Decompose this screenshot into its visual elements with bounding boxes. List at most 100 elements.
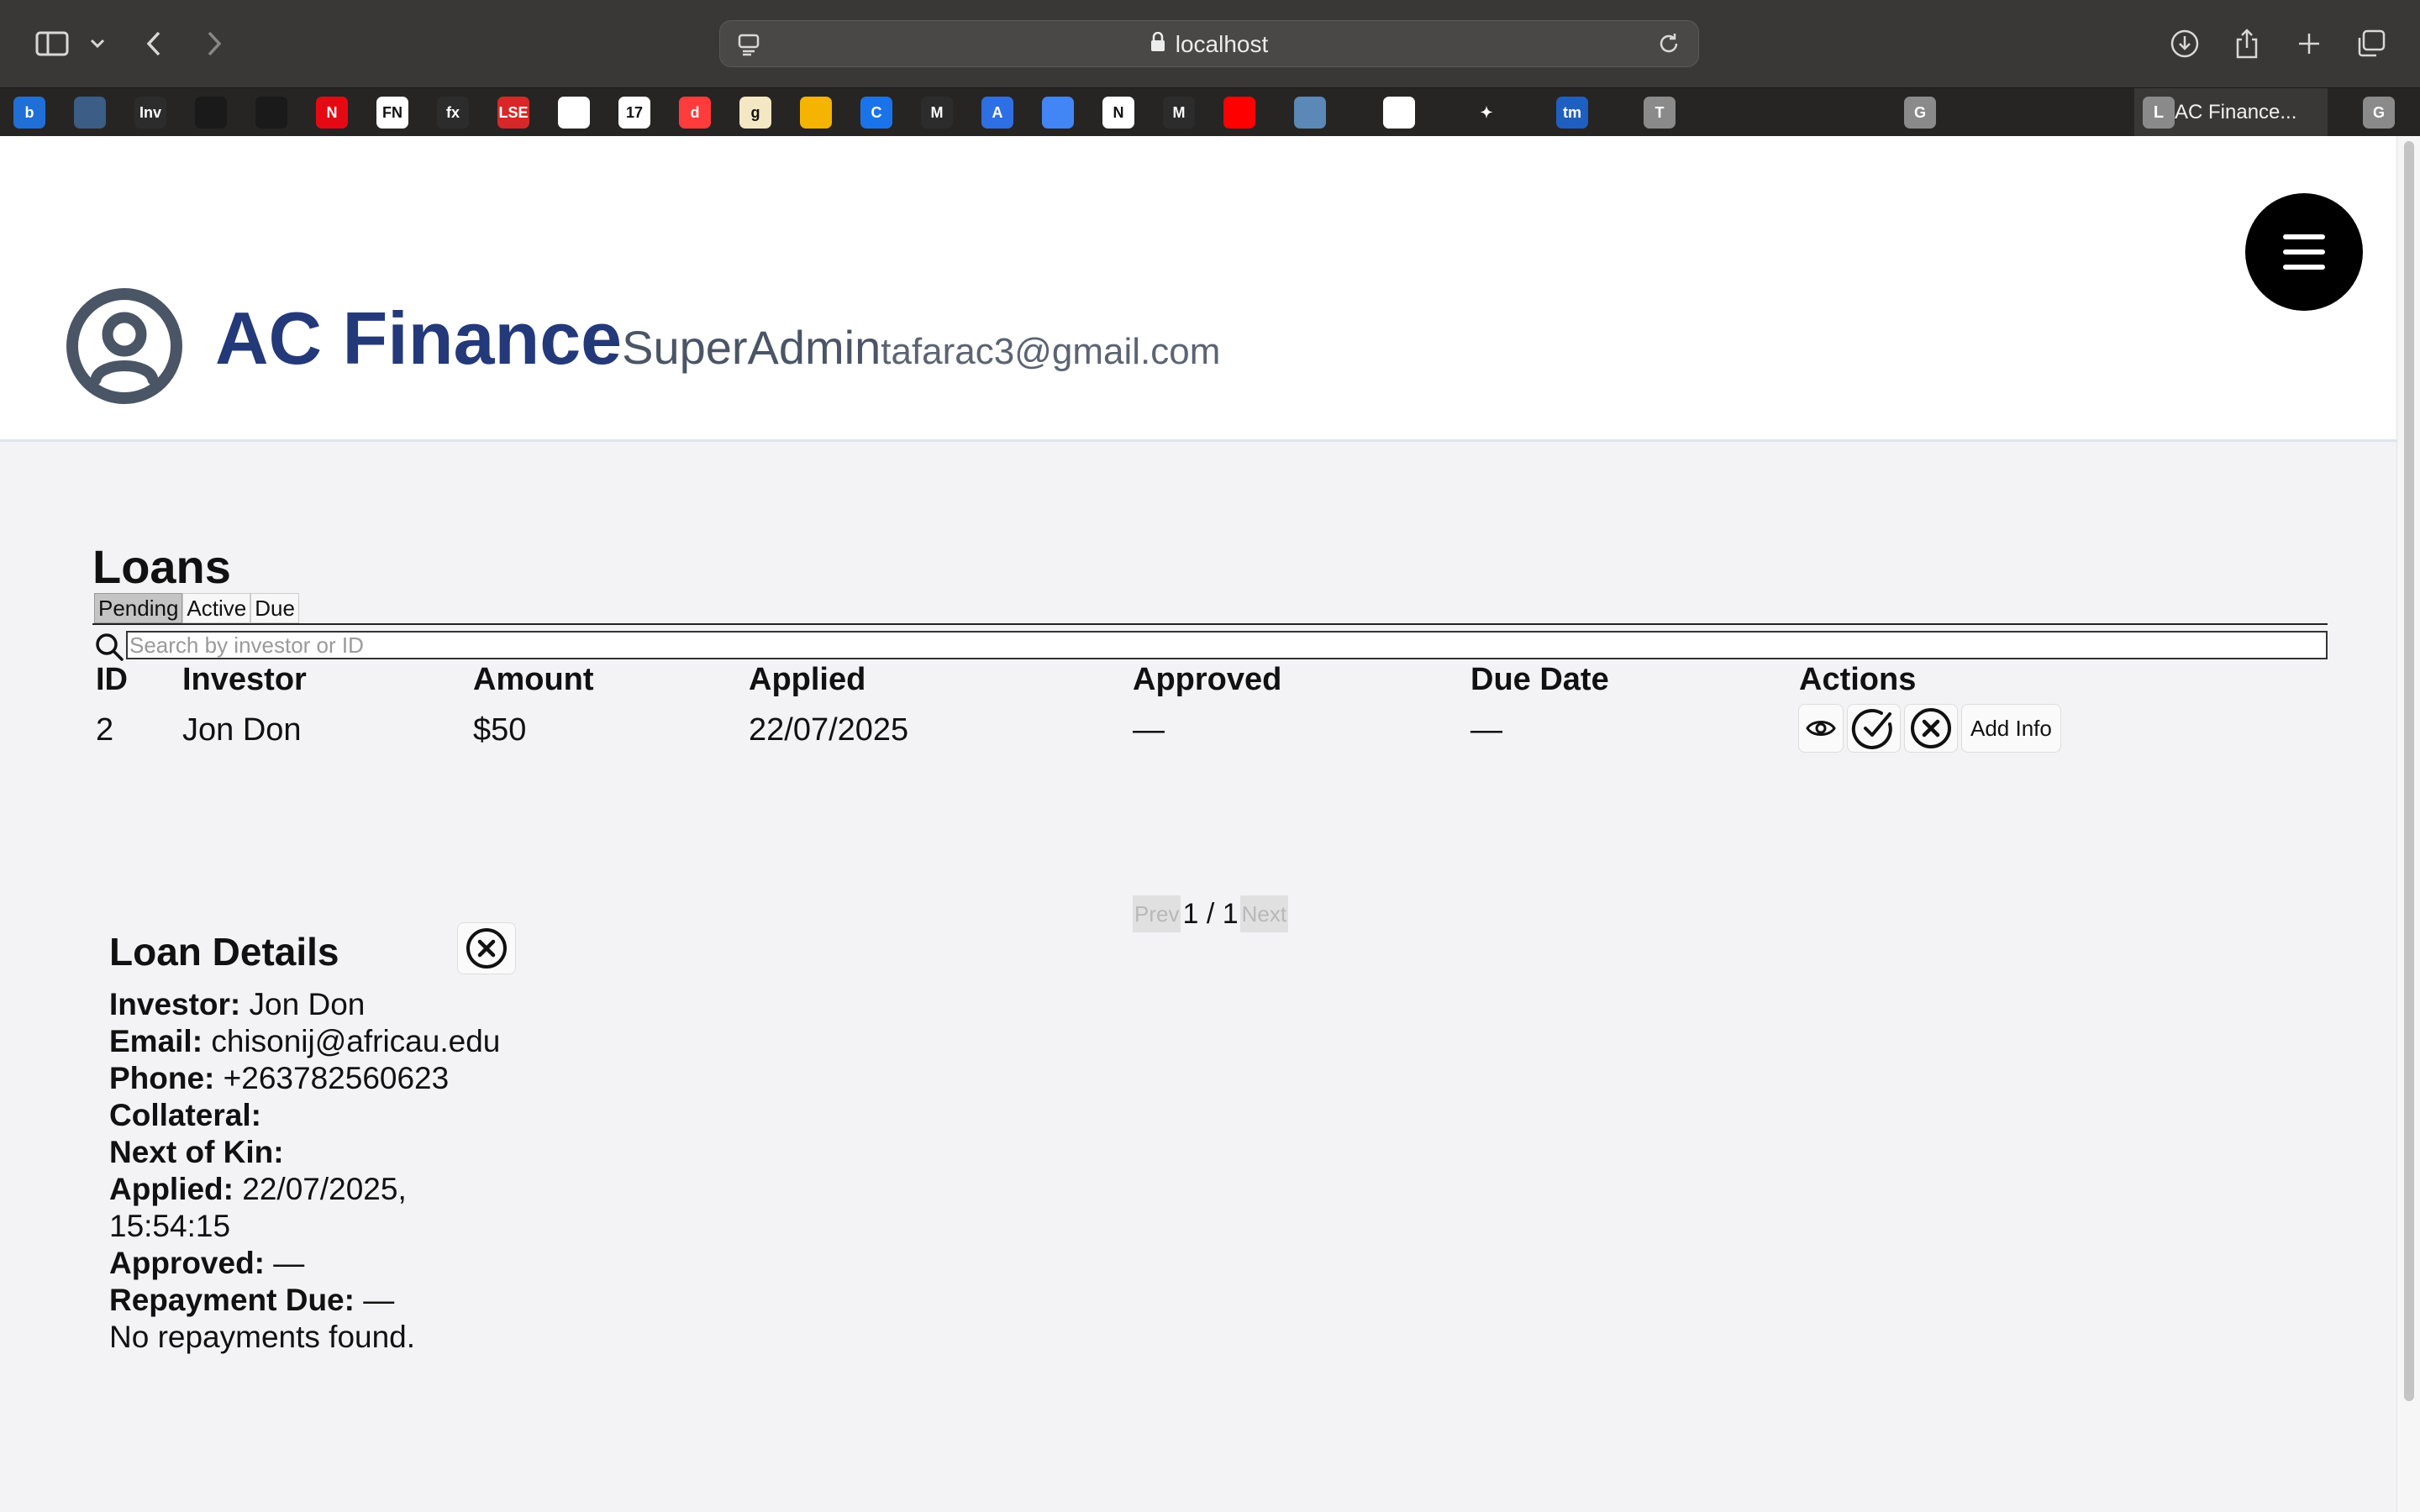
detail-applied: Applied: 22/07/2025, — [109, 1172, 407, 1206]
page-scrollbar[interactable] — [2396, 136, 2420, 1512]
search-input[interactable] — [126, 631, 2328, 659]
loan-status-tabs: Pending Active Due — [94, 593, 299, 623]
fx-favicon[interactable]: fx — [437, 97, 469, 129]
back-icon[interactable] — [139, 22, 168, 66]
pagination: Prev 1 / 1 Next — [1133, 895, 1289, 932]
detail-approved: Approved: — — [109, 1246, 305, 1280]
tailwind-favicon[interactable] — [2074, 97, 2106, 129]
cell-approved: — — [1133, 712, 1165, 748]
reload-icon[interactable] — [1656, 31, 1681, 60]
tm-favicon[interactable]: tm — [1556, 97, 1588, 129]
frog2-favicon[interactable] — [1817, 97, 1849, 129]
detail-email: Email: chisonij@africau.edu — [109, 1024, 501, 1058]
d-favicon[interactable]: d — [679, 97, 711, 129]
lse-favicon[interactable]: LSE — [497, 97, 529, 129]
a-favicon[interactable]: A — [981, 97, 1013, 129]
compass-favicon[interactable] — [1990, 97, 2022, 129]
cell-id: 2 — [96, 712, 114, 748]
detail-applied-time: 15:54:15 — [109, 1209, 231, 1243]
new-tab-icon[interactable] — [2292, 22, 2326, 66]
eye-icon — [1806, 721, 1836, 736]
divider — [92, 623, 2328, 625]
youtube-favicon[interactable] — [1223, 97, 1255, 129]
check-circle-icon — [1851, 708, 1892, 749]
g-grey-favicon[interactable]: G — [1904, 97, 1936, 129]
approve-button[interactable] — [1847, 704, 1901, 753]
detail-collateral: Collateral: — [109, 1098, 261, 1132]
globe-favicon[interactable] — [74, 97, 106, 129]
favorites-bar: L AC Finance... G b Inv N FN fx LSE 17 d g C M A N M ✦… — [0, 87, 2420, 137]
close-details-button[interactable] — [457, 922, 516, 974]
column-header-due-date: Due Date — [1470, 662, 1609, 697]
brand-block: AC Finance SuperAdmin tafarac3@gmail.com — [215, 296, 1220, 381]
tab-active[interactable]: Active — [182, 593, 251, 623]
app-page: AC Finance SuperAdmin tafarac3@gmail.com… — [0, 136, 2396, 1512]
sparkle-favicon[interactable]: ✦ — [1470, 97, 1502, 129]
browser-titlebar: localhost — [0, 0, 2420, 87]
address-text: localhost — [720, 21, 1698, 68]
downloads-icon[interactable] — [2166, 22, 2203, 66]
tab-favicon: L — [2143, 97, 2175, 129]
inv-favicon[interactable]: Inv — [134, 97, 166, 129]
cell-amount: $50 — [473, 712, 527, 748]
tab-pending[interactable]: Pending — [94, 593, 183, 623]
fn-favicon[interactable]: FN — [376, 97, 408, 129]
m-favicon[interactable]: M — [1163, 97, 1195, 129]
row-actions: Add Info — [1798, 704, 2061, 753]
column-header-amount: Amount — [473, 662, 594, 697]
openai-favicon[interactable] — [1383, 97, 1415, 129]
gmail-favicon[interactable]: M — [921, 97, 953, 129]
next-tab-favicon[interactable]: G — [2363, 97, 2395, 129]
column-header-actions: Actions — [1799, 662, 1917, 697]
close-icon — [466, 928, 507, 969]
cell-due-date: — — [1470, 712, 1502, 748]
no-repayments-message: No repayments found. — [109, 1320, 416, 1354]
share-icon[interactable] — [2230, 22, 2264, 66]
netflix-favicon[interactable]: N — [316, 97, 348, 129]
column-header-applied: Applied — [749, 662, 866, 697]
cell-investor: Jon Don — [182, 712, 302, 748]
tv-favicon[interactable]: 17 — [618, 97, 650, 129]
column-header-investor: Investor — [182, 662, 307, 697]
frog-favicon[interactable] — [1731, 97, 1763, 129]
tab-ac-finance[interactable]: L AC Finance... — [2134, 88, 2328, 137]
prev-page-button[interactable]: Prev — [1133, 895, 1181, 932]
address-bar[interactable]: localhost — [719, 20, 1699, 67]
diamond-favicon[interactable] — [255, 97, 287, 129]
bird-favicon[interactable] — [558, 97, 590, 129]
slides-favicon[interactable] — [800, 97, 832, 129]
app-header: AC Finance SuperAdmin tafarac3@gmail.com — [0, 136, 2396, 442]
reject-button[interactable] — [1904, 704, 1958, 753]
details-title: Loan Details — [109, 930, 339, 974]
robot-favicon[interactable] — [195, 97, 227, 129]
detail-next-of-kin: Next of Kin: — [109, 1135, 284, 1169]
user-avatar-icon — [66, 287, 183, 405]
detail-investor: Investor: Jon Don — [109, 987, 366, 1021]
notion-favicon[interactable]: N — [1102, 97, 1134, 129]
close-circle-icon — [1911, 708, 1951, 748]
page-indicator: 1 / 1 — [1182, 897, 1239, 930]
next-page-button[interactable]: Next — [1239, 895, 1289, 932]
b-favicon[interactable]: b — [13, 97, 45, 129]
tab-title: AC Finance... — [2175, 101, 2297, 123]
tab-due[interactable]: Due — [250, 593, 299, 623]
search-icon — [94, 632, 124, 666]
cell-applied: 22/07/2025 — [749, 712, 909, 748]
t-favicon[interactable]: T — [1644, 97, 1676, 129]
search-row — [92, 630, 2328, 662]
add-info-button[interactable]: Add Info — [1961, 704, 2061, 753]
sidebar-toggle-icon[interactable] — [34, 22, 71, 66]
user-email: tafarac3@gmail.com — [881, 331, 1221, 372]
forward-icon[interactable] — [200, 22, 229, 66]
tab-overview-icon[interactable] — [2353, 22, 2390, 66]
hamburger-menu-button[interactable] — [2245, 193, 2363, 311]
earth-favicon[interactable] — [1294, 97, 1326, 129]
c-favicon[interactable]: C — [860, 97, 892, 129]
g-favicon[interactable]: g — [739, 97, 771, 129]
detail-phone: Phone: +263782560623 — [109, 1061, 450, 1095]
view-button[interactable] — [1798, 704, 1844, 753]
scrollbar-thumb[interactable] — [2404, 141, 2414, 1401]
chevron-down-icon[interactable] — [87, 22, 108, 66]
docs-favicon[interactable] — [1042, 97, 1074, 129]
page-title: Loans — [92, 540, 231, 593]
